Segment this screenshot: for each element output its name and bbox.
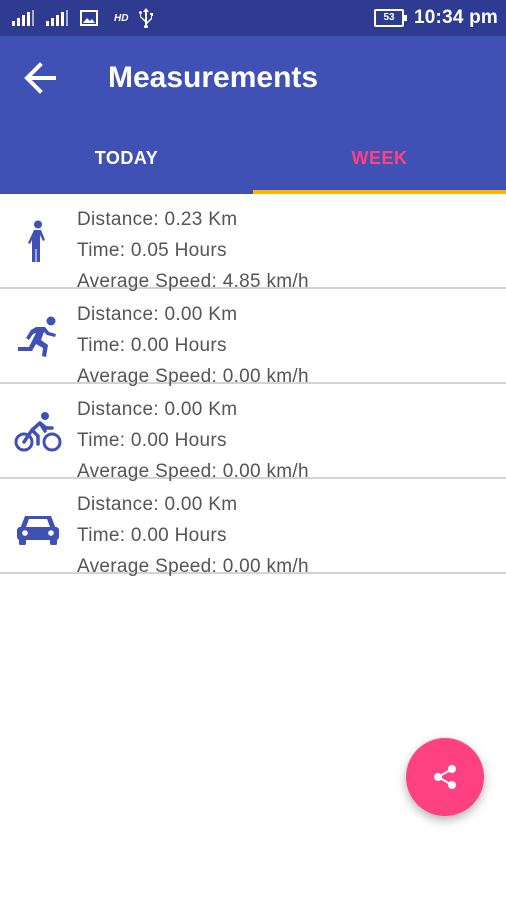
run-icon [18, 316, 56, 357]
activity-list: Distance: 0.23 Km Time: 0.05 Hours Avera… [0, 194, 506, 577]
share-button[interactable] [406, 738, 484, 816]
bike-icon [14, 412, 62, 452]
list-item: Distance: 0.00 Km Time: 0.00 Hours Avera… [0, 384, 506, 482]
walk-icon [28, 220, 45, 262]
tab-week[interactable]: WEEK [253, 132, 506, 194]
time-text: Time: 0.00 Hours [77, 525, 227, 546]
speed-text: Average Speed: 0.00 km/h [77, 556, 309, 577]
usb-icon [139, 8, 154, 28]
activity-stats: Distance: 0.23 Km Time: 0.05 Hours Avera… [77, 204, 309, 297]
distance-text: Distance: 0.00 Km [77, 304, 238, 325]
hd-label: HD [114, 12, 129, 24]
status-icons-right: 53 10:34 pm [374, 6, 498, 30]
share-icon [434, 765, 456, 789]
clock: 10:34 pm [414, 7, 498, 28]
signal-icon [12, 10, 34, 26]
arrow-back-icon[interactable] [20, 58, 60, 98]
tab-today[interactable]: TODAY [0, 132, 253, 194]
status-bar: HD 53 10:34 pm [0, 0, 506, 36]
car-icon [17, 516, 59, 545]
time-text: Time: 0.05 Hours [77, 240, 227, 261]
status-icons-left: HD [12, 8, 154, 28]
battery-level: 53 [383, 12, 395, 23]
activity-stats: Distance: 0.00 Km Time: 0.00 Hours Avera… [77, 299, 309, 392]
app-bar: Measurements TODAY WEEK [0, 36, 506, 194]
list-item: Distance: 0.00 Km Time: 0.00 Hours Avera… [0, 479, 506, 577]
list-item: Distance: 0.00 Km Time: 0.00 Hours Avera… [0, 289, 506, 387]
time-text: Time: 0.00 Hours [77, 335, 227, 356]
distance-text: Distance: 0.23 Km [77, 209, 238, 230]
distance-text: Distance: 0.00 Km [77, 494, 238, 515]
battery-icon: 53 [374, 9, 408, 27]
distance-text: Distance: 0.00 Km [77, 399, 238, 420]
activity-stats: Distance: 0.00 Km Time: 0.00 Hours Avera… [77, 489, 309, 582]
page-title: Measurements [108, 61, 319, 94]
signal-icon [46, 10, 68, 26]
activity-stats: Distance: 0.00 Km Time: 0.00 Hours Avera… [77, 394, 309, 487]
time-text: Time: 0.00 Hours [77, 430, 227, 451]
image-icon [80, 10, 98, 26]
list-item: Distance: 0.23 Km Time: 0.05 Hours Avera… [0, 194, 506, 292]
